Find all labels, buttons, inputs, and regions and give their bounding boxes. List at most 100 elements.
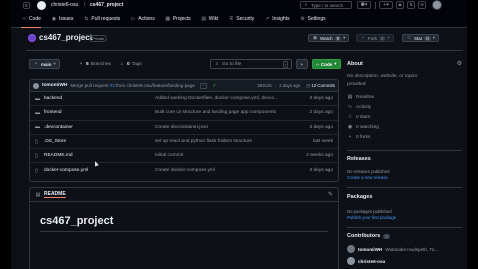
edit-icon[interactable]: ✎ <box>328 191 333 198</box>
repo-link[interactable]: cs467_project <box>90 2 123 8</box>
shield-icon: ⛨ <box>229 16 234 22</box>
commit-message-cell[interactable]: set up react and python flask folders st… <box>155 139 305 144</box>
ellipsis-icon[interactable]: ··· <box>199 82 208 89</box>
dot-separator: · <box>274 82 277 89</box>
commit-author[interactable]: tomomiWH <box>42 83 67 88</box>
about-readme[interactable]: ▤ Readme <box>347 92 462 102</box>
tab-issues[interactable]: ◉ Issues <box>51 11 74 28</box>
branches-link[interactable]: ⑂ 5 Branches <box>78 61 110 67</box>
check-icon: ✓ <box>212 82 217 89</box>
tab-code[interactable]: ‹› Code <box>21 11 41 28</box>
branch-selector[interactable]: ⑂ main ▾ <box>29 59 60 69</box>
commit-message-cell[interactable]: Added working Dockerfiles, docker-compos… <box>155 96 305 101</box>
commit-message-prefix: Merge pull request <box>70 83 109 88</box>
about-forks[interactable]: ⑂ 0 forks <box>347 132 462 142</box>
search-icon: ⌕ <box>215 61 219 67</box>
commit-message-cell[interactable]: Create devcontainer.json <box>155 125 305 130</box>
about-item-label: 0 watching <box>356 124 379 130</box>
fork-button[interactable]: ⑂ Fork 0 ▾ <box>356 34 394 42</box>
notifications-icon[interactable]: ✉ <box>418 1 426 9</box>
commit-message-cell[interactable]: Initial commit <box>155 153 305 158</box>
file-name[interactable]: frontend <box>44 110 62 115</box>
tab-security[interactable]: ⛨ Security <box>228 11 254 28</box>
menu-icon[interactable]: ≡ <box>23 2 30 9</box>
add-file-button[interactable]: + <box>296 59 308 69</box>
history-link[interactable]: ◷ 12 Commits <box>306 83 335 89</box>
go-to-file-input[interactable]: ⌕ Go to file t <box>210 59 292 69</box>
file-name[interactable]: .DS_Store <box>44 139 66 144</box>
tab-label: Settings <box>307 16 326 22</box>
file-name[interactable]: README.md <box>44 153 73 158</box>
chevron-down-icon: ▾ <box>432 35 436 40</box>
watch-count: 0 <box>334 35 342 41</box>
packages-section: Packages No packages published Publish y… <box>347 194 462 220</box>
repo-title[interactable]: cs467_project <box>39 33 92 42</box>
create-release-link[interactable]: Create a new release <box>347 175 462 180</box>
commit-message-cell[interactable]: Create docker-compose.yml <box>155 168 305 173</box>
table-row[interactable]: ▯ README.md Initial commit 2 weeks ago <box>30 149 338 164</box>
commit-message-cell[interactable]: Built core UI structure and landing page… <box>155 110 305 115</box>
publish-package-link[interactable]: Publish your first package <box>347 215 462 220</box>
tab-actions[interactable]: ▷ Actions <box>130 11 154 28</box>
contributor-row[interactable]: christe6-osu <box>347 257 462 265</box>
folder-icon: ▬ <box>35 95 40 102</box>
eye-icon: ◉ <box>347 124 353 130</box>
create-new-icon[interactable]: +▾ <box>379 1 393 9</box>
tab-label: Projects <box>172 16 191 22</box>
readme-header: ▤ README ✎ <box>30 188 338 202</box>
gear-icon[interactable]: ⚙ <box>457 60 462 67</box>
tab-label: Wiki <box>208 16 219 22</box>
contributors-count: 2 <box>383 233 390 239</box>
commit-date-cell: 3 days ago <box>309 168 333 174</box>
commit-hash[interactable]: 593c25 <box>257 83 271 88</box>
fork-icon: ⑂ <box>361 35 365 41</box>
file-icon: ▯ <box>35 138 38 145</box>
branch-name: main <box>41 61 52 67</box>
fork-count: 0 <box>379 35 386 41</box>
visibility-badge: Private <box>89 35 108 42</box>
watch-button[interactable]: ◉ Watch 0 ▾ <box>308 34 350 42</box>
header-divider <box>26 50 463 51</box>
code-button[interactable]: ‹› Code ▾ <box>312 59 341 69</box>
search-input[interactable]: ⌕ Type / to search <box>300 1 352 9</box>
issues-nav-icon[interactable]: ◉ <box>396 1 404 9</box>
owner-link[interactable]: christe6-osu <box>51 2 78 8</box>
chevron-down-icon: ▾ <box>53 61 56 66</box>
packages-title[interactable]: Packages <box>347 194 462 200</box>
table-row[interactable]: ▬ backend Added working Dockerfiles, docke… <box>30 92 338 107</box>
tab-wiki[interactable]: ▤ Wiki <box>201 11 218 28</box>
table-row[interactable]: ▯ .DS_Store set up react and python flask … <box>30 135 338 150</box>
about-title: About <box>347 60 363 67</box>
about-watching[interactable]: ◉ 0 watching <box>347 122 462 132</box>
pull-requests-nav-icon[interactable]: ⇅ <box>407 1 415 9</box>
tab-settings[interactable]: ⚙ Settings <box>300 11 326 28</box>
file-name[interactable]: .devcontainer <box>44 125 73 130</box>
tags-link[interactable]: ⌂ 0 Tags <box>119 61 141 67</box>
graph-icon: ↗ <box>265 16 270 22</box>
about-stars[interactable]: ☆ 0 stars <box>347 112 462 122</box>
table-row[interactable]: ▯ docker-compose.yml Create docker-compose… <box>30 163 338 177</box>
tab-pull-requests[interactable]: ⇅ Pull requests <box>83 11 120 28</box>
table-row[interactable]: ▬ .devcontainer Create devcontainer.json 3 … <box>30 121 338 135</box>
file-name[interactable]: backend <box>44 96 62 101</box>
releases-title[interactable]: Releases <box>347 156 462 162</box>
pr-link[interactable]: #3 <box>110 83 115 88</box>
packages-empty: No packages published <box>347 209 392 214</box>
shortcut-key: t <box>282 60 288 68</box>
contributors-title[interactable]: Contributors <box>347 233 380 239</box>
commits-label: Commits <box>317 83 335 88</box>
copilot-icon[interactable]: ⚉▾ <box>357 1 371 9</box>
file-name[interactable]: docker-compose.yml <box>44 168 88 173</box>
contributor-row[interactable]: tomomiWH Watanabe Hudspeth, To... <box>347 245 462 253</box>
tab-projects[interactable]: ▦ Projects <box>165 11 191 28</box>
eye-icon: ◉ <box>312 35 318 41</box>
tab-insights[interactable]: ↗ Insights <box>264 11 289 28</box>
github-logo-icon[interactable] <box>37 1 46 10</box>
about-activity[interactable]: ∿ Activity <box>347 102 462 112</box>
star-button[interactable]: ☆ Star 0 ▾ <box>402 34 440 42</box>
user-avatar[interactable] <box>432 0 442 10</box>
commit-message[interactable]: Merge pull request #3 from christe6-osu/… <box>70 83 195 88</box>
table-row[interactable]: ▬ frontend Built core UI structure and lan… <box>30 106 338 121</box>
readme-tab[interactable]: README <box>44 191 66 198</box>
latest-commit-bar: tomomiWH Merge pull request #3 from chri… <box>30 80 338 92</box>
